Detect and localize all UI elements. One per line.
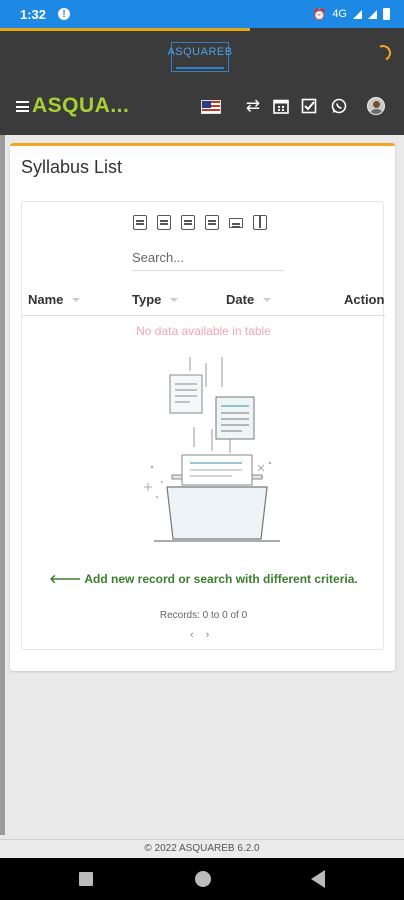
side-edge xyxy=(0,135,5,835)
print-icon[interactable] xyxy=(229,218,243,228)
pdf-icon[interactable] xyxy=(205,215,219,230)
status-icons: ⏰ 4G xyxy=(313,8,390,21)
syllabus-card: Syllabus List Name Type Date xyxy=(10,143,395,671)
column-date-label: Date xyxy=(226,292,255,307)
column-type-label: Type xyxy=(132,292,162,307)
column-action-label: Action xyxy=(344,292,385,307)
page-title: Syllabus List xyxy=(21,157,123,177)
sort-icon xyxy=(72,297,81,302)
whatsapp-icon[interactable] xyxy=(329,96,349,116)
add-record-hint-text: Add new record or search with different … xyxy=(84,572,358,586)
table-header: Name Type Date Action xyxy=(22,288,385,316)
column-date[interactable]: Date xyxy=(226,292,272,307)
alert-icon: ! xyxy=(58,8,71,20)
alarm-icon: ⏰ xyxy=(312,8,327,21)
swap-icon[interactable]: ⇄ xyxy=(243,96,263,116)
sort-icon xyxy=(263,297,272,302)
signal-icon xyxy=(353,9,362,19)
avatar[interactable] xyxy=(367,97,385,115)
search-input[interactable] xyxy=(132,245,284,271)
signal-icon-2 xyxy=(368,9,377,19)
loading-progress xyxy=(0,28,404,31)
loading-progress-fill xyxy=(0,28,251,31)
status-time: 1:32 xyxy=(20,6,47,22)
column-action: Action xyxy=(344,292,384,307)
brand-name[interactable]: ASQUA... xyxy=(32,94,129,118)
footer: © 2022 ASQUAREB 6.2.0 xyxy=(0,839,404,858)
logo-text: ASQUAREB xyxy=(167,46,233,58)
copy-icon[interactable] xyxy=(133,215,147,230)
system-nav-bar xyxy=(0,858,404,900)
csv-icon[interactable] xyxy=(181,215,195,230)
column-type[interactable]: Type xyxy=(132,292,179,307)
empty-table-message: No data available in table xyxy=(136,324,271,338)
battery-icon xyxy=(383,8,390,20)
home-button[interactable] xyxy=(195,871,211,887)
checkbox-icon[interactable] xyxy=(299,96,319,116)
previous-page-button[interactable]: ‹ xyxy=(190,629,194,641)
excel-icon[interactable] xyxy=(157,215,171,230)
calendar-icon[interactable] xyxy=(271,96,291,116)
export-toolbar xyxy=(133,215,267,230)
records-count: Records: 0 to 0 of 0 xyxy=(159,610,248,621)
pagination: ‹ › xyxy=(190,629,209,641)
next-page-button[interactable]: › xyxy=(206,629,210,641)
empty-folder-illustration xyxy=(144,357,280,542)
add-record-hint[interactable]: 🡐 Add new record or search with differen… xyxy=(22,571,385,586)
status-bar: 1:32 ! ⏰ 4G xyxy=(0,0,404,28)
column-name-label: Name xyxy=(28,292,64,307)
app-logo[interactable]: ASQUAREB xyxy=(167,42,232,72)
us-flag-icon[interactable] xyxy=(201,100,221,114)
logo-underline xyxy=(176,67,224,69)
data-table-panel: Name Type Date Action No data available … xyxy=(21,201,385,650)
menu-icon[interactable] xyxy=(16,101,29,112)
recent-apps-button[interactable] xyxy=(79,872,93,886)
back-button[interactable] xyxy=(311,870,325,888)
sort-icon xyxy=(170,297,179,302)
column-name[interactable]: Name xyxy=(28,292,81,307)
app-bar: ASQUAREB ASQUA... ⇄ xyxy=(0,28,404,135)
arrow-left-icon: 🡐 xyxy=(49,572,85,586)
loading-spinner-icon xyxy=(372,42,394,64)
network-label: 4G xyxy=(332,8,347,20)
columns-icon[interactable] xyxy=(253,215,267,230)
